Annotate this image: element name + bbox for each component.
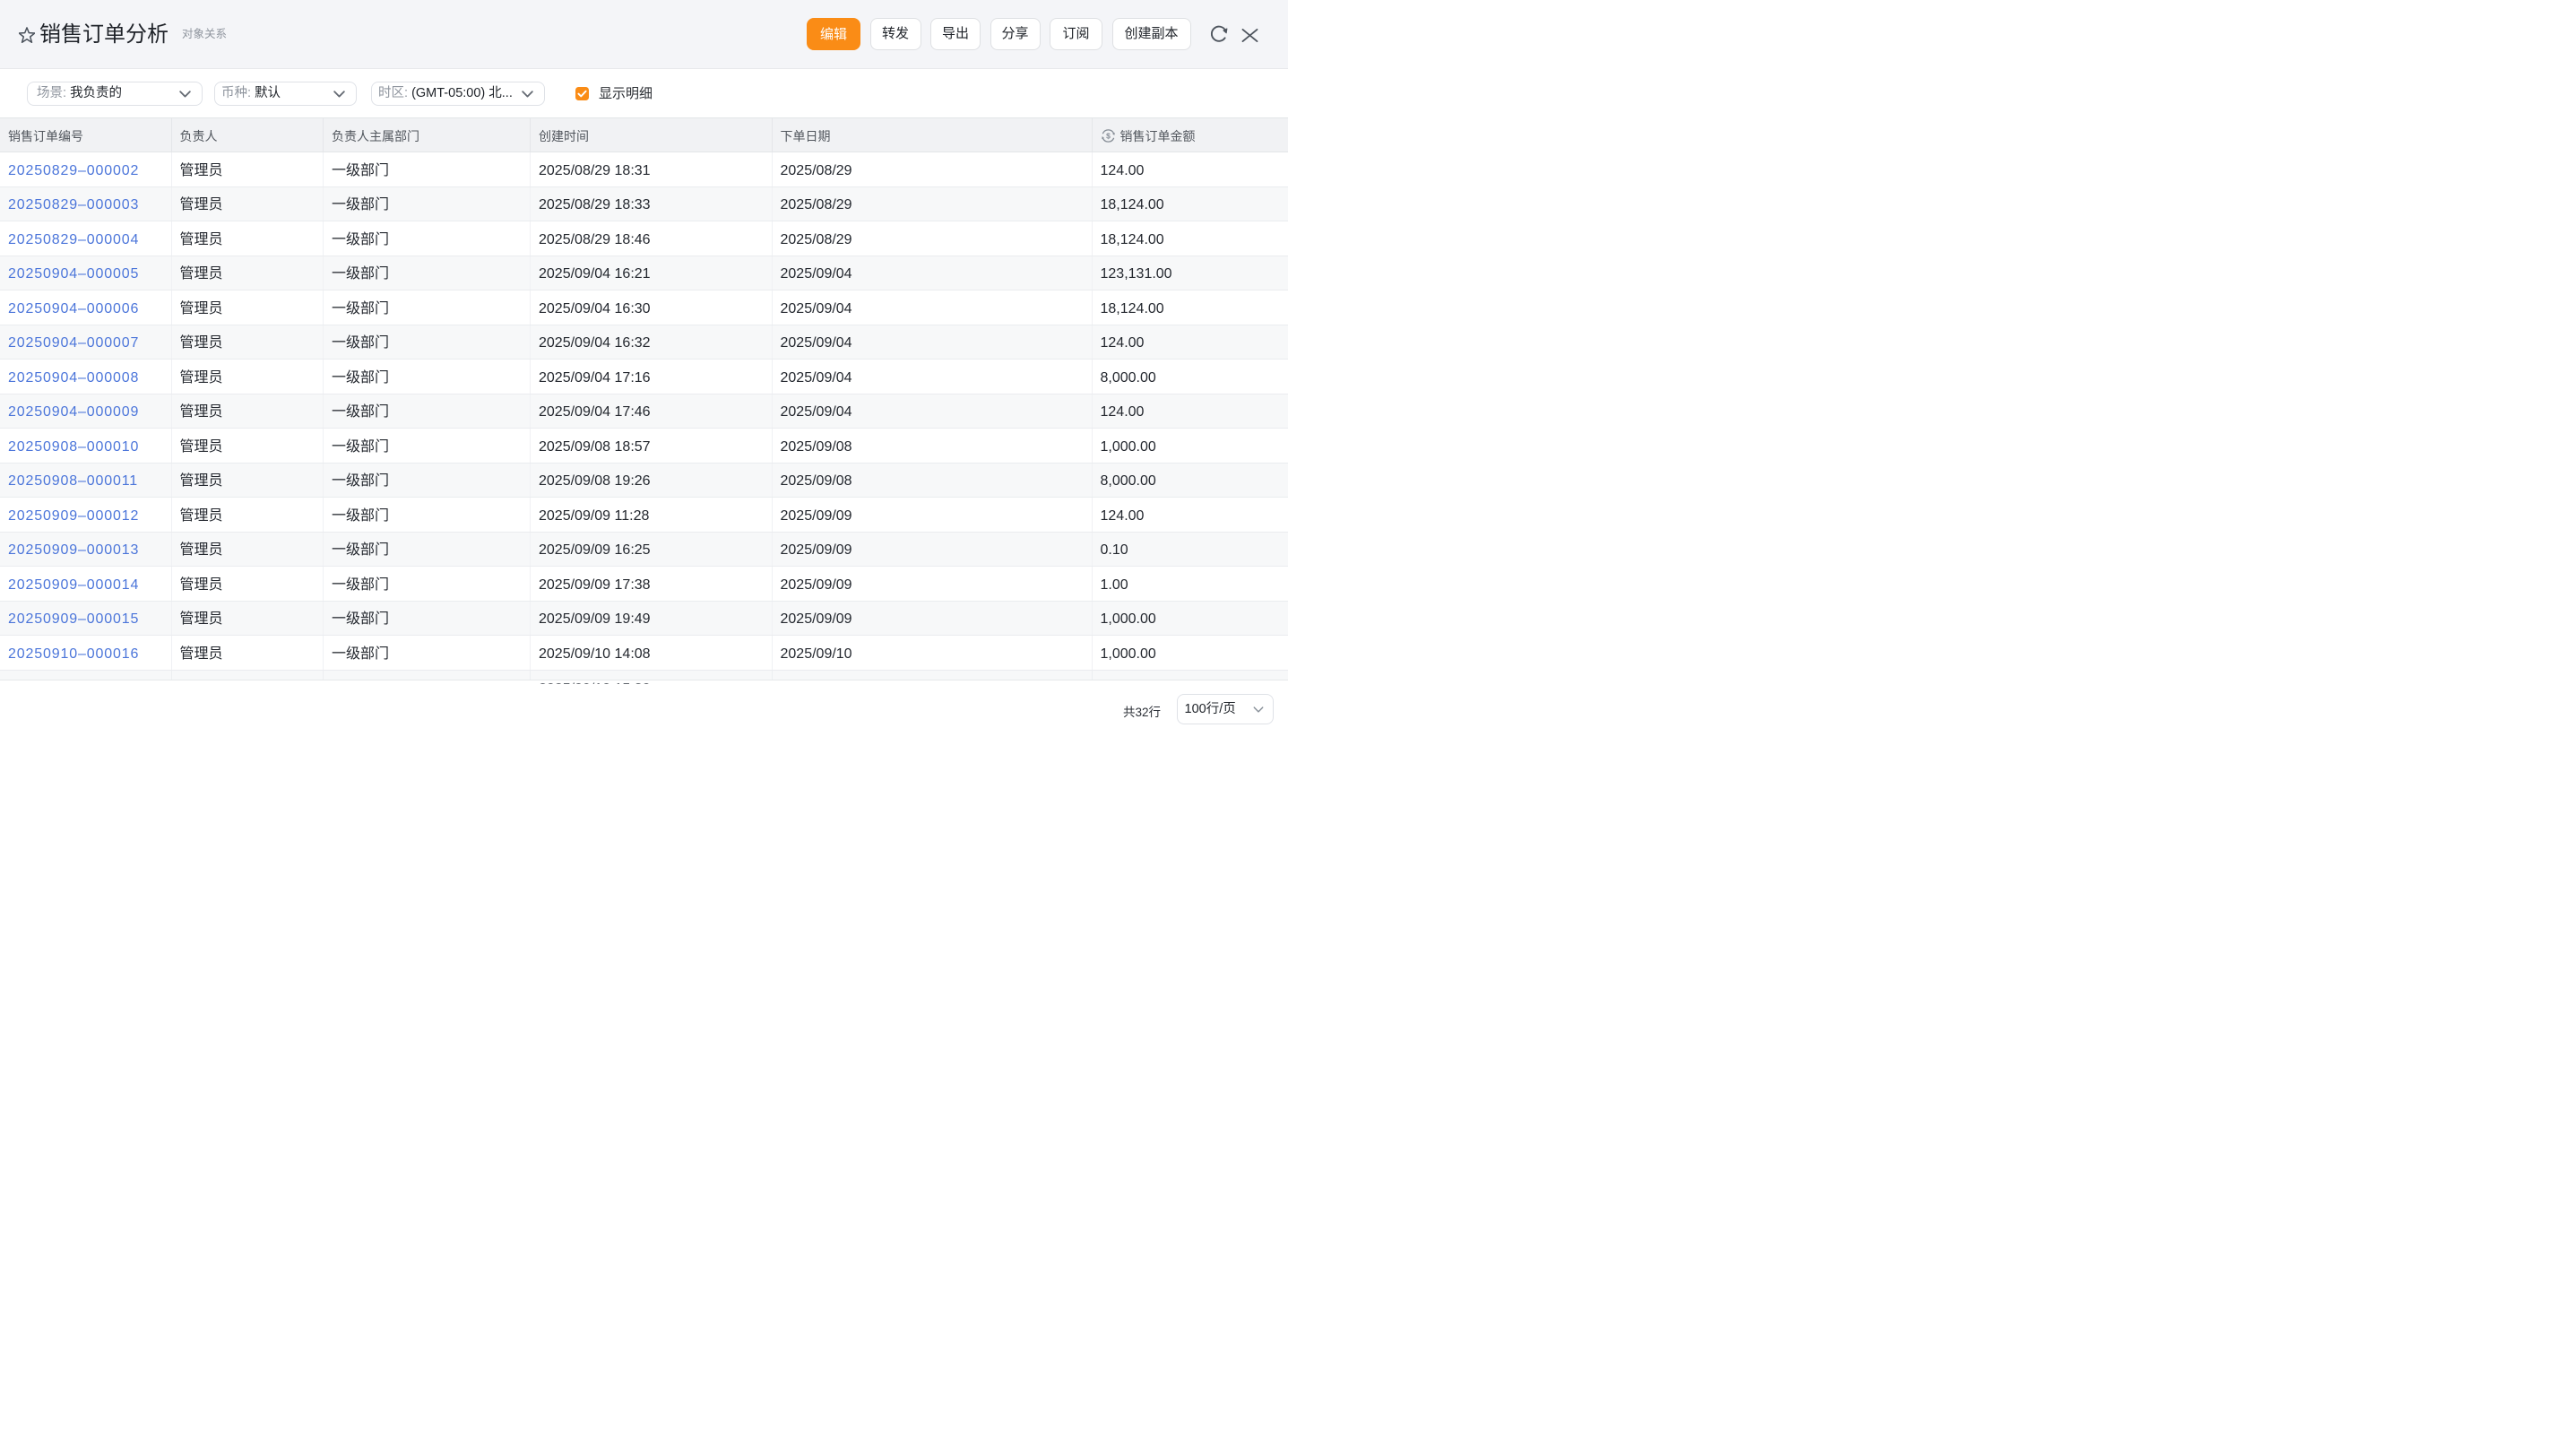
svg-text:$: $ <box>1106 131 1111 140</box>
